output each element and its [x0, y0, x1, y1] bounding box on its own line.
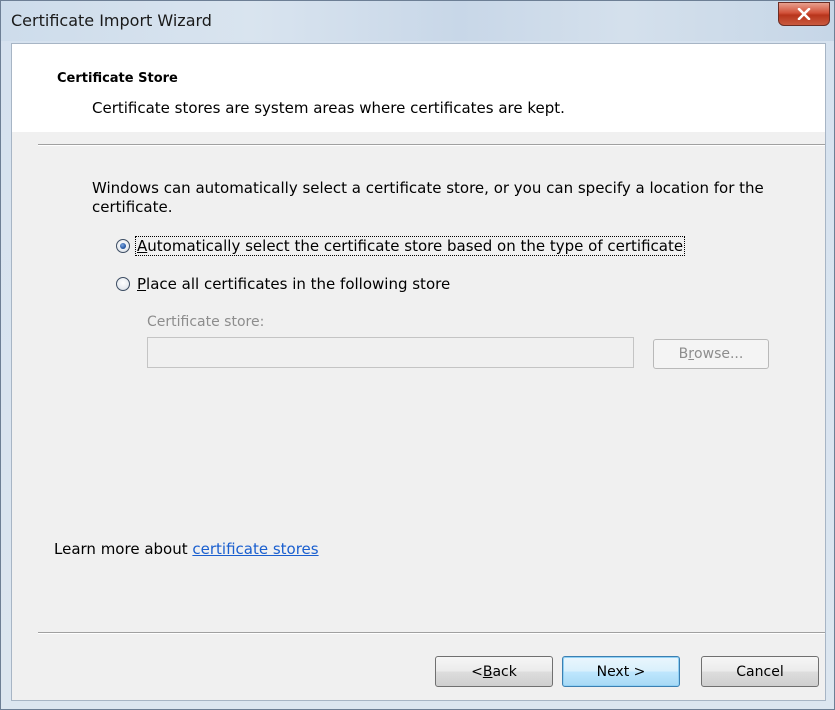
header-divider — [38, 144, 825, 146]
wizard-header: Certificate Store Certificate stores are… — [12, 44, 825, 132]
footer-divider — [38, 632, 825, 634]
back-label-post: ack — [492, 663, 517, 680]
manual-store-label[interactable]: Place all certificates in the following … — [136, 275, 451, 293]
auto-select-text: utomatically select the certificate stor… — [147, 237, 684, 255]
cancel-button[interactable]: Cancel — [701, 656, 819, 687]
back-label-accel: B — [482, 663, 493, 680]
intro-text: Windows can automatically select a certi… — [92, 179, 764, 216]
back-label-pre: < — [471, 663, 483, 680]
auto-select-accel: A — [137, 237, 148, 255]
certificate-stores-link[interactable]: certificate stores — [192, 540, 318, 558]
browse-label-post: owse... — [694, 346, 744, 362]
learn-more-prefix: Learn more about — [54, 540, 193, 558]
close-button[interactable] — [778, 2, 830, 26]
auto-select-option[interactable]: Automatically select the certificate sto… — [116, 236, 686, 256]
wizard-client-area: Certificate Store Certificate stores are… — [11, 43, 826, 701]
next-button[interactable]: Next > — [562, 656, 680, 687]
auto-select-radio[interactable] — [116, 239, 130, 253]
manual-store-option[interactable]: Place all certificates in the following … — [116, 275, 451, 293]
wizard-window: Certificate Import Wizard Certificate St… — [0, 0, 835, 710]
certificate-store-label: Certificate store: — [147, 314, 265, 330]
certificate-store-field — [147, 337, 634, 368]
page-title: Certificate Store — [57, 71, 178, 86]
manual-store-radio[interactable] — [116, 277, 130, 291]
browse-button: Br owse... — [653, 339, 769, 369]
close-x-icon — [797, 8, 811, 20]
title-bar[interactable]: Certificate Import Wizard — [1, 1, 834, 41]
manual-store-text: lace all certificates in the following s… — [146, 275, 451, 293]
auto-select-label[interactable]: Automatically select the certificate sto… — [134, 236, 686, 256]
browse-label-pre: B — [678, 346, 689, 362]
back-button[interactable]: < Back — [435, 656, 553, 687]
window-title: Certificate Import Wizard — [11, 11, 212, 30]
learn-more-row: Learn more about certificate stores — [54, 540, 319, 558]
manual-store-accel: P — [137, 275, 147, 293]
page-subtitle: Certificate stores are system areas wher… — [92, 99, 565, 117]
